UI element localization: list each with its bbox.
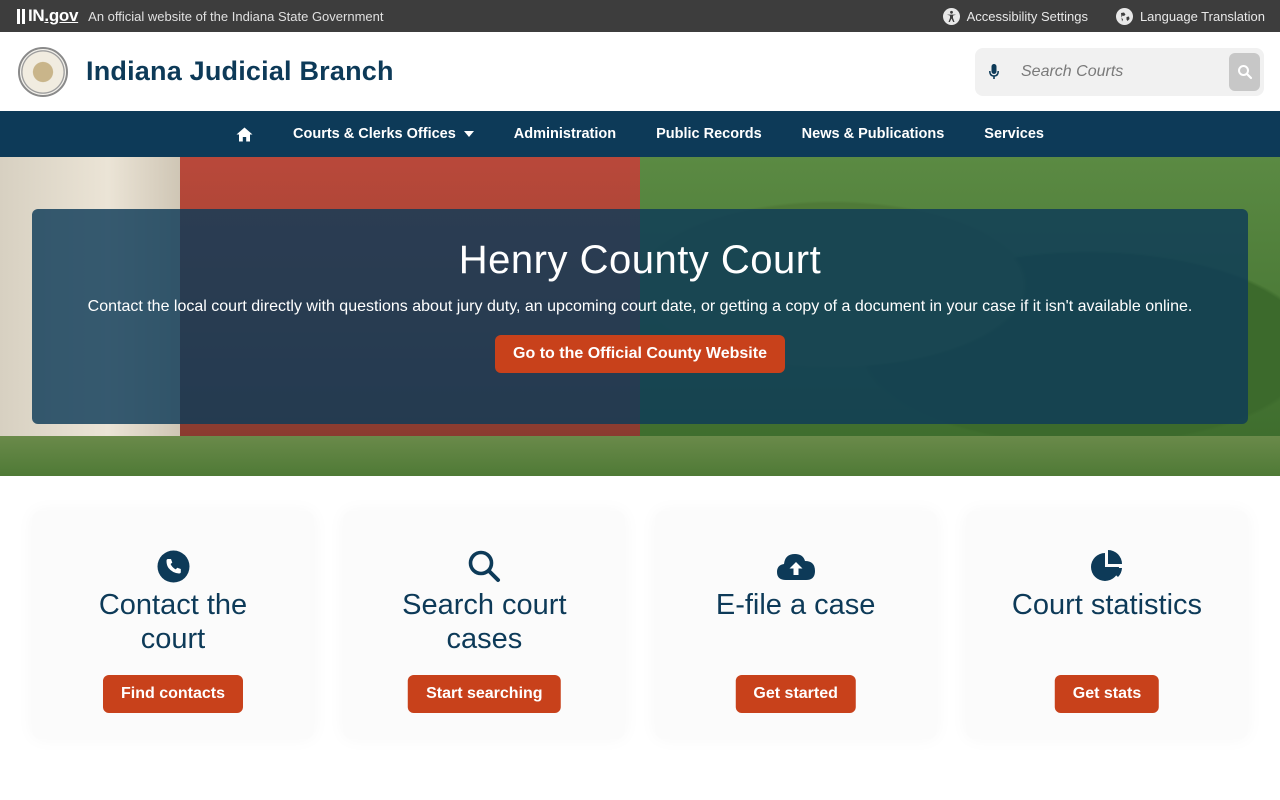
language-translation-label: Language Translation — [1139, 8, 1265, 24]
main-navigation: Courts & Clerks Offices Administration P… — [0, 111, 1280, 157]
search-icon — [1237, 64, 1252, 79]
site-title[interactable]: Indiana Judicial Branch — [86, 56, 394, 87]
in-gov-logo[interactable]: IN .gov — [17, 6, 78, 26]
language-translation-link[interactable]: Language Translation — [1115, 7, 1265, 25]
nav-news-publications[interactable]: News & Publications — [782, 111, 965, 157]
page-title: Henry County Court — [458, 238, 822, 282]
accessibility-icon — [942, 7, 960, 25]
card-court-statistics: Court statistics Get stats — [965, 511, 1248, 739]
quick-links: Contact the court Find contacts Search c… — [0, 476, 1280, 739]
search-button[interactable] — [1229, 52, 1260, 91]
lawn-photo — [0, 436, 1280, 476]
hero-description: Contact the local court directly with qu… — [87, 298, 1193, 315]
card-title: Court statistics — [1011, 589, 1203, 621]
nav-services-label: Services — [984, 126, 1044, 142]
card-title: E-file a case — [715, 589, 876, 621]
in-gov-logo-mark — [17, 8, 25, 24]
start-searching-button[interactable]: Start searching — [408, 675, 561, 713]
card-contact-court: Contact the court Find contacts — [32, 511, 314, 739]
hero-panel: Henry County Court Contact the local cou… — [32, 209, 1248, 424]
hero-banner: Henry County Court Contact the local cou… — [0, 157, 1280, 476]
accessibility-settings-label: Accessibility Settings — [966, 8, 1088, 24]
nav-public-records-label: Public Records — [656, 126, 762, 142]
nav-home[interactable] — [216, 111, 273, 157]
official-website-text: An official website of the Indiana State… — [88, 8, 384, 24]
nav-services[interactable]: Services — [964, 111, 1064, 157]
cloud-upload-icon — [776, 554, 815, 580]
get-started-button[interactable]: Get started — [735, 675, 856, 713]
nav-administration[interactable]: Administration — [494, 111, 636, 157]
nav-courts-clerks-offices-label: Courts & Clerks Offices — [293, 126, 456, 142]
search-icon — [469, 550, 501, 582]
indiana-state-seal[interactable] — [18, 46, 68, 97]
card-search-cases: Search court cases Start searching — [343, 511, 626, 739]
nav-public-records[interactable]: Public Records — [636, 111, 782, 157]
site-header: Indiana Judicial Branch — [0, 32, 1280, 111]
state-banner: IN .gov An official website of the Indian… — [0, 0, 1280, 32]
official-county-website-button[interactable]: Go to the Official County Website — [495, 335, 785, 373]
card-title: Contact the court — [98, 589, 248, 655]
home-icon — [236, 127, 253, 141]
card-efile-case: E-file a case Get started — [654, 511, 937, 739]
in-gov-suffix: .gov — [44, 6, 79, 25]
microphone-icon[interactable] — [989, 63, 999, 80]
pie-chart-icon — [1090, 550, 1122, 581]
nav-administration-label: Administration — [513, 126, 617, 142]
accessibility-settings-link[interactable]: Accessibility Settings — [942, 7, 1088, 25]
in-gov-prefix: IN — [28, 6, 45, 25]
globe-icon — [1115, 7, 1133, 25]
nav-courts-clerks-offices[interactable]: Courts & Clerks Offices — [273, 111, 494, 157]
chevron-down-icon — [463, 131, 474, 137]
find-contacts-button[interactable]: Find contacts — [102, 675, 244, 713]
search-input[interactable] — [1021, 62, 1229, 81]
phone-icon — [157, 550, 189, 582]
nav-news-publications-label: News & Publications — [801, 126, 945, 142]
get-stats-button[interactable]: Get stats — [1054, 675, 1160, 713]
search-bar — [975, 47, 1264, 96]
card-title: Search court cases — [402, 589, 567, 655]
